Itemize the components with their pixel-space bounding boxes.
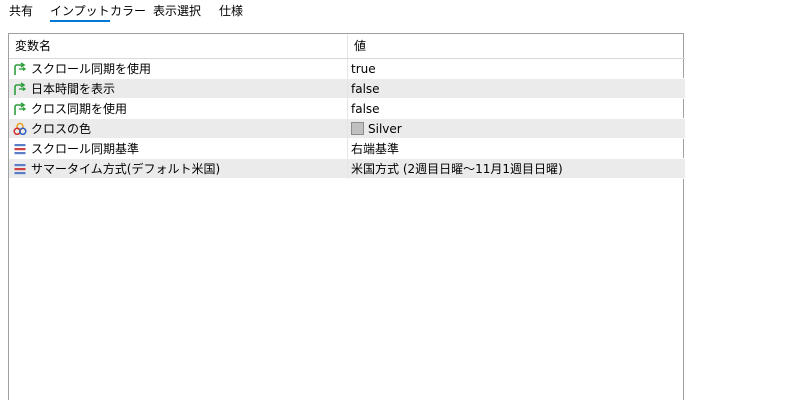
- value-cell[interactable]: false: [347, 79, 685, 99]
- table-row[interactable]: クロス同期を使用 false: [9, 99, 685, 119]
- tab-visualization[interactable]: 表示選択: [153, 2, 201, 20]
- value-cell[interactable]: 米国方式 (2週目日曜～11月1週目日曜): [347, 159, 685, 179]
- variable-name-cell: 日本時間を表示: [9, 79, 347, 99]
- table-header: 変数名 値: [9, 34, 685, 59]
- value-text: 右端基準: [351, 142, 400, 156]
- value-cell[interactable]: Silver: [347, 119, 685, 139]
- value-cell[interactable]: true: [347, 59, 685, 79]
- table-row[interactable]: サマータイム方式(デフォルト米国) 米国方式 (2週目日曜～11月1週目日曜): [9, 159, 685, 179]
- value-cell[interactable]: false: [347, 99, 685, 119]
- table-row[interactable]: スクロール同期を使用 true: [9, 59, 685, 79]
- value-text: 米国方式 (2週目日曜～11月1週目日曜): [351, 162, 563, 176]
- tab-colors[interactable]: カラー: [110, 2, 146, 20]
- tab-inputs[interactable]: インプット: [50, 2, 110, 22]
- variable-name-label: クロス同期を使用: [31, 102, 128, 116]
- enum-list-icon: [14, 164, 26, 175]
- tab-bar: 共有 インプット カラー 表示選択 仕様: [0, 0, 800, 24]
- variable-name-label: サマータイム方式(デフォルト米国): [31, 162, 221, 176]
- bool-arrow-icon: [14, 102, 27, 115]
- tab-specification[interactable]: 仕様: [219, 2, 243, 20]
- table-row[interactable]: クロスの色 Silver: [9, 119, 685, 139]
- bool-arrow-icon: [14, 82, 27, 95]
- variable-name-cell: クロスの色: [9, 119, 347, 139]
- variable-name-label: スクロール同期を使用: [31, 62, 152, 76]
- color-circles-icon: [13, 122, 27, 136]
- enum-list-icon: [14, 144, 26, 155]
- variable-name-cell: サマータイム方式(デフォルト米国): [9, 159, 347, 179]
- value-text: Silver: [368, 122, 402, 136]
- value-cell[interactable]: 右端基準: [347, 139, 685, 159]
- value-text: true: [351, 62, 376, 76]
- variable-name-label: スクロール同期基準: [31, 142, 140, 156]
- variable-name-label: クロスの色: [31, 122, 92, 136]
- column-header-value[interactable]: 値: [347, 34, 685, 58]
- table-body: スクロール同期を使用 true 日本時間を表示 false クロス同期を使用 f…: [9, 59, 685, 179]
- variable-name-cell: スクロール同期基準: [9, 139, 347, 159]
- variable-name-cell: スクロール同期を使用: [9, 59, 347, 79]
- bool-arrow-icon: [14, 62, 27, 75]
- variable-name-label: 日本時間を表示: [31, 82, 116, 96]
- tab-shared[interactable]: 共有: [9, 2, 33, 20]
- color-swatch: [351, 122, 364, 135]
- inputs-table: 変数名 値 スクロール同期を使用 true 日本時間を表示 false クロス同…: [8, 33, 685, 400]
- value-text: false: [351, 82, 380, 96]
- table-row[interactable]: 日本時間を表示 false: [9, 79, 685, 99]
- table-row[interactable]: スクロール同期基準 右端基準: [9, 139, 685, 159]
- variable-name-cell: クロス同期を使用: [9, 99, 347, 119]
- value-text: false: [351, 102, 380, 116]
- column-header-variable-name[interactable]: 変数名: [9, 34, 347, 58]
